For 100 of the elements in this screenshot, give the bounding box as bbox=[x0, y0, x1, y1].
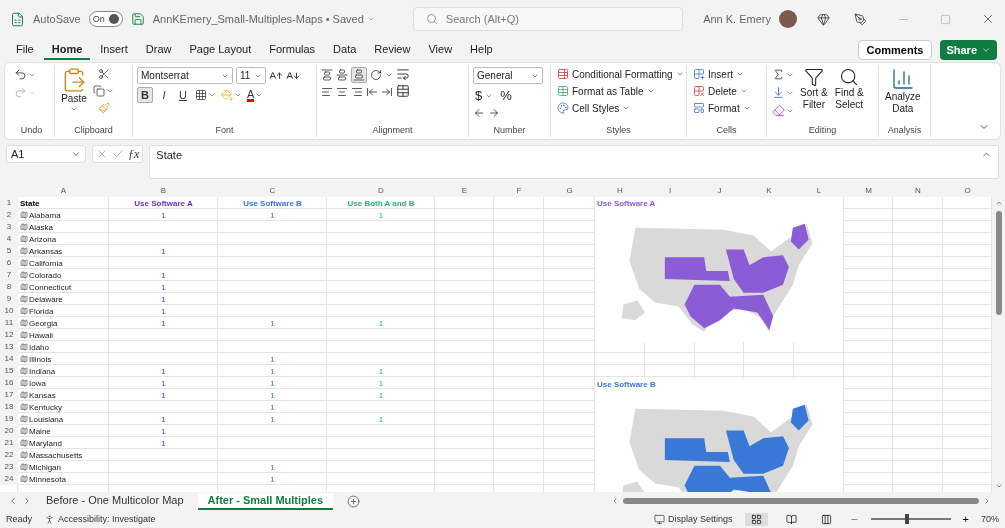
row-number[interactable]: 8 bbox=[0, 281, 18, 293]
row-number[interactable]: 18 bbox=[0, 401, 18, 413]
styles-button[interactable]: Cell Styles bbox=[555, 101, 686, 115]
decrease-indent-icon[interactable] bbox=[366, 86, 378, 98]
diamond-icon[interactable] bbox=[817, 12, 830, 26]
row-number[interactable]: 13 bbox=[0, 341, 18, 353]
row-number[interactable]: 2 bbox=[0, 209, 18, 221]
align-center-icon[interactable] bbox=[336, 86, 348, 98]
italic-button[interactable]: I bbox=[156, 88, 172, 102]
row-number[interactable]: 21 bbox=[0, 437, 18, 449]
styles-button[interactable]: Format as Table bbox=[555, 84, 686, 98]
row-number[interactable]: 1 bbox=[0, 197, 18, 209]
column-header[interactable]: K bbox=[744, 185, 794, 197]
number-format-select[interactable]: General bbox=[473, 67, 543, 84]
row-number[interactable]: 15 bbox=[0, 365, 18, 377]
row-number[interactable]: 23 bbox=[0, 461, 18, 473]
analyze-data-button[interactable]: Analyze Data bbox=[883, 67, 923, 115]
increase-decimal-icon[interactable] bbox=[473, 107, 485, 119]
align-bottom-button[interactable] bbox=[351, 67, 367, 83]
share-button[interactable]: Share bbox=[940, 40, 997, 60]
close-icon[interactable] bbox=[981, 12, 995, 26]
column-header[interactable]: N bbox=[893, 185, 943, 197]
column-header[interactable]: A bbox=[18, 185, 109, 197]
font-color-button[interactable]: A bbox=[246, 87, 265, 103]
formula-field[interactable]: State bbox=[149, 145, 999, 179]
copy-button[interactable] bbox=[92, 84, 115, 98]
pen-icon[interactable] bbox=[854, 12, 867, 26]
menu-tab[interactable]: Home bbox=[43, 40, 91, 60]
menu-tab[interactable]: Help bbox=[462, 40, 501, 60]
menu-tab[interactable]: Data bbox=[325, 40, 365, 60]
accessibility-button[interactable]: Accessibility: Investigate bbox=[44, 513, 156, 525]
menu-tab[interactable]: Draw bbox=[137, 40, 180, 60]
percent-button[interactable]: % bbox=[498, 87, 514, 104]
file-name[interactable]: AnnKEmery_Small-Multiples-Maps • Saved bbox=[152, 13, 375, 25]
name-box[interactable]: A1 bbox=[6, 145, 86, 163]
font-family-select[interactable]: Montserrat bbox=[137, 67, 233, 84]
column-header[interactable]: M bbox=[844, 185, 893, 197]
row-number[interactable]: 6 bbox=[0, 257, 18, 269]
align-right-icon[interactable] bbox=[351, 86, 363, 98]
font-size-select[interactable]: 11 bbox=[236, 67, 266, 84]
avatar[interactable] bbox=[779, 10, 797, 28]
zoom-in-button[interactable]: + bbox=[962, 513, 969, 525]
column-header[interactable]: H bbox=[595, 185, 645, 197]
row-number[interactable]: 10 bbox=[0, 305, 18, 317]
column-header[interactable]: F bbox=[494, 185, 544, 197]
row-number[interactable]: 16 bbox=[0, 377, 18, 389]
styles-button[interactable]: Conditional Formatting bbox=[555, 67, 686, 81]
wrap-text-icon[interactable] bbox=[396, 67, 410, 81]
row-number[interactable]: 7 bbox=[0, 269, 18, 281]
row-number[interactable]: 17 bbox=[0, 389, 18, 401]
zoom-slider-thumb[interactable] bbox=[904, 514, 909, 524]
horizontal-scrollbar[interactable] bbox=[611, 497, 991, 505]
row-number[interactable]: 12 bbox=[0, 329, 18, 341]
add-sheet-icon[interactable] bbox=[347, 494, 361, 508]
fill-button[interactable] bbox=[771, 85, 795, 100]
column-header[interactable]: C bbox=[218, 185, 327, 197]
merge-cells-icon[interactable] bbox=[396, 84, 410, 98]
row-number[interactable]: 5 bbox=[0, 245, 18, 257]
display-settings-button[interactable]: Display Settings bbox=[654, 513, 733, 525]
paste-button[interactable]: Paste bbox=[59, 67, 89, 113]
menu-tab[interactable]: Insert bbox=[92, 40, 136, 60]
next-sheet-icon[interactable] bbox=[22, 496, 32, 506]
align-middle-icon[interactable] bbox=[336, 69, 348, 81]
row-number[interactable]: 9 bbox=[0, 293, 18, 305]
sheet-tab[interactable]: Before - One Multicolor Map bbox=[36, 492, 194, 510]
bold-button[interactable]: B bbox=[137, 87, 153, 103]
column-header[interactable]: D bbox=[327, 185, 435, 197]
menu-tab[interactable]: Page Layout bbox=[181, 40, 260, 60]
column-header[interactable]: O bbox=[943, 185, 992, 197]
row-number[interactable]: 11 bbox=[0, 317, 18, 329]
align-left-icon[interactable] bbox=[321, 86, 333, 98]
sheet-tab[interactable]: After - Small Multiples bbox=[197, 492, 334, 510]
row-number[interactable]: 19 bbox=[0, 413, 18, 425]
column-header[interactable]: G bbox=[544, 185, 595, 197]
row-number[interactable]: 24 bbox=[0, 473, 18, 485]
prev-sheet-icon[interactable] bbox=[8, 496, 18, 506]
underline-button[interactable]: U bbox=[175, 88, 191, 102]
increase-indent-icon[interactable] bbox=[381, 86, 393, 98]
undo-button[interactable] bbox=[13, 67, 37, 82]
insert-function-button[interactable]: ƒx bbox=[128, 146, 140, 162]
fill-color-button[interactable] bbox=[220, 88, 243, 102]
sort-filter-button[interactable]: Sort & Filter bbox=[798, 67, 830, 111]
column-header[interactable]: E bbox=[435, 185, 494, 197]
row-number[interactable]: 4 bbox=[0, 233, 18, 245]
excel-logo-icon[interactable] bbox=[10, 11, 25, 27]
orientation-icon[interactable] bbox=[370, 69, 382, 81]
clear-button[interactable] bbox=[771, 103, 795, 118]
menu-tab[interactable]: Formulas bbox=[261, 40, 324, 60]
comments-button[interactable]: Comments bbox=[857, 40, 933, 60]
borders-button[interactable] bbox=[194, 88, 217, 102]
menu-tab[interactable]: View bbox=[420, 40, 461, 60]
row-number[interactable]: 20 bbox=[0, 425, 18, 437]
menu-tab[interactable]: Review bbox=[366, 40, 419, 60]
align-top-icon[interactable] bbox=[321, 69, 333, 81]
row-number[interactable]: 3 bbox=[0, 221, 18, 233]
normal-view-button[interactable] bbox=[744, 512, 768, 526]
column-header[interactable]: J bbox=[695, 185, 744, 197]
cells-button[interactable]: Insert bbox=[691, 67, 753, 81]
column-header[interactable]: L bbox=[794, 185, 844, 197]
autosave-toggle[interactable]: On bbox=[88, 11, 123, 27]
